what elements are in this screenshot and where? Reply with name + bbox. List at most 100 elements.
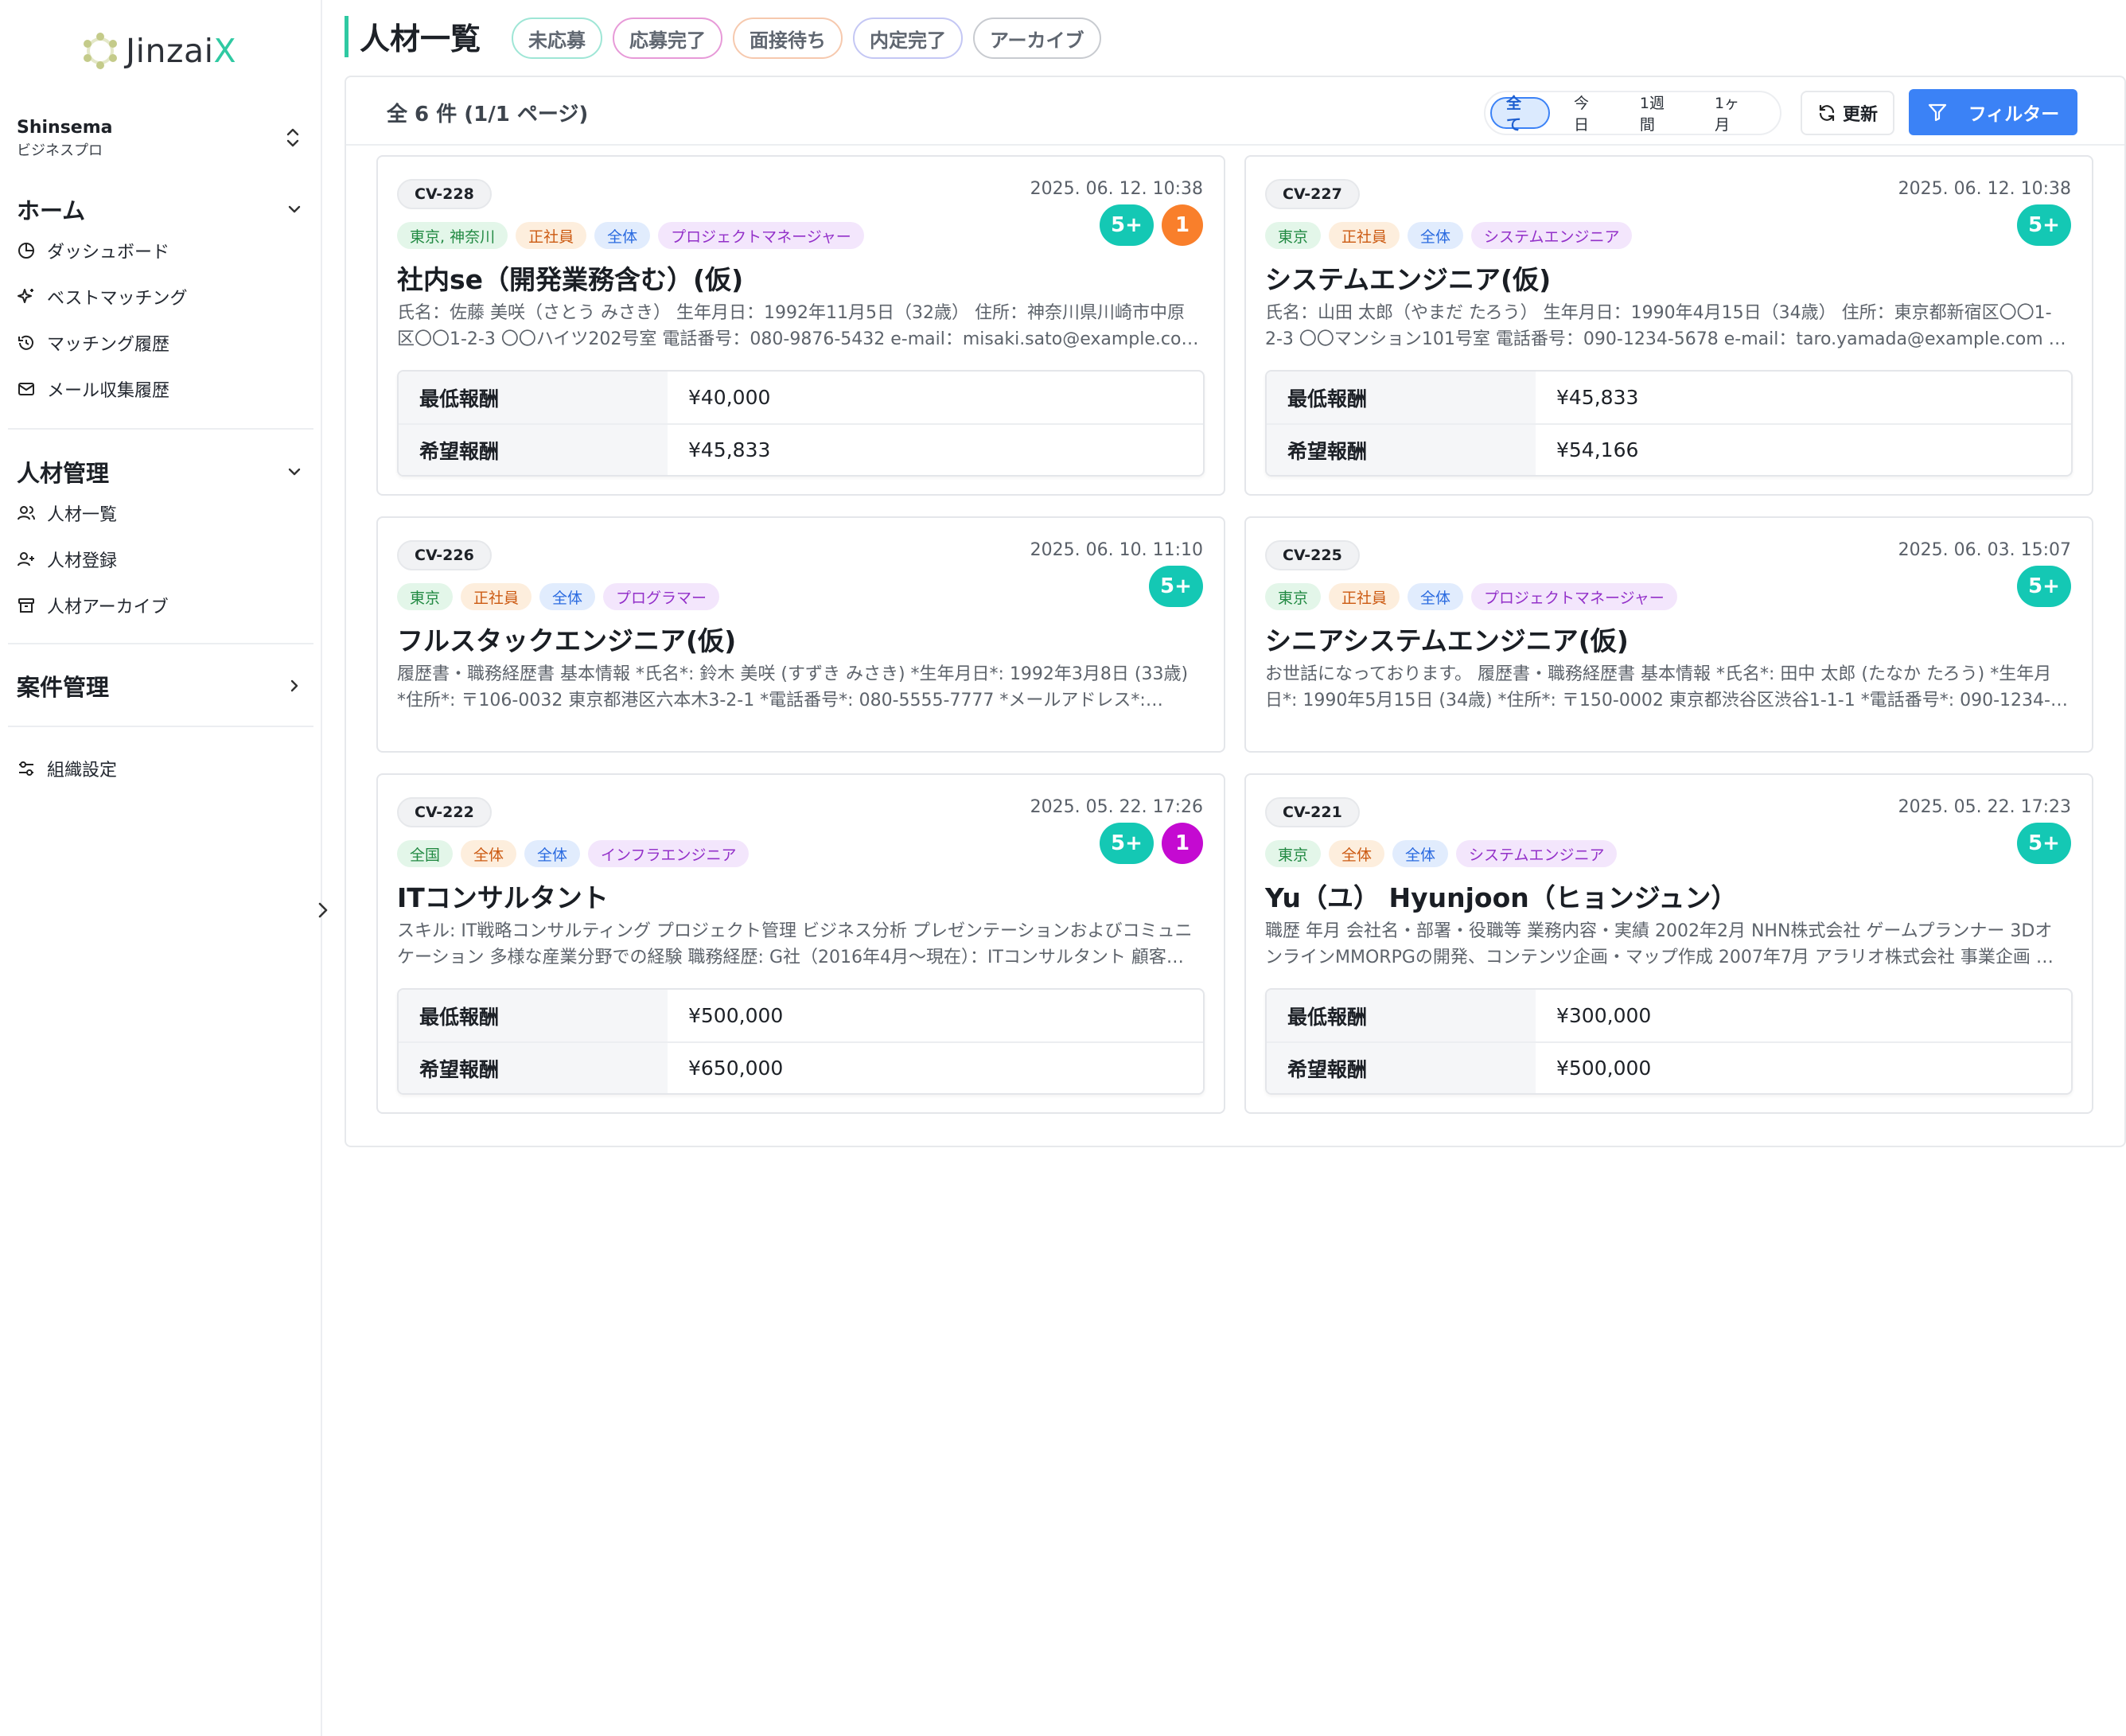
org-switcher[interactable]: Shinsema ビジネスプロ [17,118,303,159]
status-tab[interactable]: 未応募 [512,18,602,59]
card-date: 2025. 06. 03. 15:07 [1898,540,2071,560]
nav-item-talent-archive[interactable]: 人材アーカイブ [17,582,303,629]
salary-row-desired: 希望報酬 ¥45,833 [399,423,1203,475]
nav-section-home: ホーム ダッシュボード ベストマッチング マッチング履歴 メール収集履歴 [17,191,303,412]
salary-label: 最低報酬 [1267,990,1536,1041]
card-title: フルスタックエンジニア(仮) [397,625,737,656]
salary-value: ¥45,833 [1556,386,1639,409]
card-description: 履歴書・職務経歴書 基本情報 *氏名*: 鈴木 美咲 (すずき みさき) *生年… [397,664,1189,710]
tag-role: システムエンジニア [1471,222,1633,249]
talent-card[interactable]: CV-228 2025. 06. 12. 10:38 5+ 1 東京, 神奈川 正社員 全体… [376,155,1225,496]
nav-item-best-matching[interactable]: ベストマッチング [17,274,303,320]
period-button[interactable]: 全て [1490,95,1550,134]
nav-head-label: 人材管理 [17,460,110,487]
salary-row-desired: 希望報酬 ¥500,000 [1267,1041,2071,1093]
talent-card[interactable]: CV-222 2025. 05. 22. 17:26 5+ 1 全国 全体 全体 インフラエン… [376,773,1225,1114]
period-button[interactable]: 1ヶ月 [1700,95,1766,134]
status-tab[interactable]: 面接待ち [733,18,843,59]
match-count-badge[interactable]: 1 [1162,823,1203,864]
page-title: 人材一覧 [360,21,481,56]
nav-section-settings: 組織設定 [17,745,303,792]
nav-item-label: 人材登録 [47,551,118,571]
logo-icon [84,33,117,69]
tag-employment: 正社員 [461,583,532,610]
refresh-label: 更新 [1842,105,1878,125]
nav-item-talent-register[interactable]: 人材登録 [17,536,303,582]
tag-location: 全国 [397,840,454,867]
nav-head-home[interactable]: ホーム [17,191,303,228]
org-name: Shinsema [17,118,113,138]
match-count-badge[interactable]: 5+ [1100,204,1154,246]
salary-row-min: 最低報酬 ¥45,833 [1267,372,2071,423]
status-tab[interactable]: 応募完了 [613,18,722,59]
match-count-badge[interactable]: 5+ [2017,204,2071,246]
nav-item-label: 人材アーカイブ [47,597,169,617]
salary-value: ¥500,000 [688,1004,784,1027]
chevron-right-icon [290,679,298,692]
salary-table: 最低報酬 ¥500,000 希望報酬 ¥650,000 [397,988,1205,1095]
salary-label: 希望報酬 [1267,1043,1536,1093]
card-description: 氏名：山田 太郎（やまだ たろう） 生年月日：1990年4月15日（34歳） 住… [1265,303,2066,349]
app-logo[interactable]: JinzaiX [80,27,236,75]
card-title: シニアシステムエンジニア(仮) [1265,625,1629,656]
talent-list-panel: 全 6 件 (1/1 ページ) 全て 今日 1週間 1ヶ月 更新 フィルター C… [345,76,2126,1147]
talent-card[interactable]: CV-227 2025. 06. 12. 10:38 5+ 東京 正社員 全体 システムエン… [1244,155,2093,496]
match-count-badge[interactable]: 5+ [2017,823,2071,864]
match-count-badge[interactable]: 1 [1162,204,1203,246]
sparkles-icon [18,289,33,303]
salary-value: ¥300,000 [1556,1004,1652,1027]
talent-card[interactable]: CV-221 2025. 05. 22. 17:23 5+ 東京 全体 全体 システムエンジ… [1244,773,2093,1114]
card-tags: 東京 正社員 全体 プロジェクトマネージャー [1265,583,1677,610]
match-count-badge[interactable]: 5+ [1100,823,1154,864]
tag-scope: 全体 [539,583,596,610]
match-count-badge[interactable]: 5+ [1149,566,1203,607]
status-filter-tabs: 未応募 応募完了 面接待ち 内定完了 アーカイブ [512,18,1101,59]
nav-head-talent[interactable]: 人材管理 [17,453,303,490]
period-button[interactable]: 今日 [1559,95,1616,134]
card-tags: 東京 全体 全体 システムエンジニア [1265,840,1618,867]
card-tags: 東京, 神奈川 正社員 全体 プロジェクトマネージャー [397,222,864,249]
card-description: スキル: IT戦略コンサルティング プロジェクト管理 ビジネス分析 プレゼンテー… [397,921,1193,967]
salary-label: 希望報酬 [399,425,668,475]
period-button[interactable]: 1週間 [1626,95,1691,134]
salary-table: 最低報酬 ¥40,000 希望報酬 ¥45,833 [397,370,1205,477]
match-badges: 5+ 1 [1100,204,1203,246]
talent-card[interactable]: CV-226 2025. 06. 10. 11:10 5+ 東京 正社員 全体 プログラマー… [376,516,1225,753]
nav-head-label: 案件管理 [17,674,110,701]
salary-label: 希望報酬 [1267,425,1536,475]
card-tags: 東京 正社員 全体 システムエンジニア [1265,222,1633,249]
salary-row-min: 最低報酬 ¥300,000 [1267,990,2071,1041]
nav-item-talent-list[interactable]: 人材一覧 [17,490,303,536]
match-badges: 5+ [2017,204,2071,246]
title-accent-bar [345,16,348,57]
tag-employment: 正社員 [1329,222,1400,249]
tag-role: システムエンジニア [1456,840,1618,867]
card-date: 2025. 06. 10. 11:10 [1030,540,1203,560]
funnel-icon [1928,103,1946,122]
salary-label: 最低報酬 [399,372,668,423]
talent-card[interactable]: CV-225 2025. 06. 03. 15:07 5+ 東京 正社員 全体 プロジェクト… [1244,516,2093,753]
refresh-button[interactable]: 更新 [1801,91,1894,135]
nav-item-dashboard[interactable]: ダッシュボード [17,228,303,274]
nav-item-mail-history[interactable]: メール収集履歴 [17,366,303,412]
status-tab[interactable]: アーカイブ [973,18,1101,59]
card-date: 2025. 05. 22. 17:26 [1030,797,1203,817]
salary-value: ¥500,000 [1556,1057,1652,1080]
match-count-badge[interactable]: 5+ [2017,566,2071,607]
collapse-sidebar-chevron-icon[interactable] [312,897,334,923]
match-badges: 5+ [2017,566,2071,607]
tag-scope: 全体 [594,222,651,249]
status-tab[interactable]: 内定完了 [853,18,963,59]
users-icon [18,506,35,520]
tag-role: プロジェクトマネージャー [658,222,864,249]
tag-location: 東京 [1265,583,1322,610]
salary-table: 最低報酬 ¥300,000 希望報酬 ¥500,000 [1265,988,2073,1095]
salary-row-min: 最低報酬 ¥500,000 [399,990,1203,1041]
nav-item-org-settings[interactable]: 組織設定 [17,745,303,792]
nav-head-projects[interactable]: 案件管理 [17,668,303,704]
sidebar: JinzaiX Shinsema ビジネスプロ ホーム ダッシュボード ベストマ… [0,0,328,1736]
cv-id-badge: CV-228 [397,179,492,209]
nav-item-matching-history[interactable]: マッチング履歴 [17,320,303,366]
salary-label: 最低報酬 [399,990,668,1041]
filter-button[interactable]: フィルター [1909,89,2077,135]
